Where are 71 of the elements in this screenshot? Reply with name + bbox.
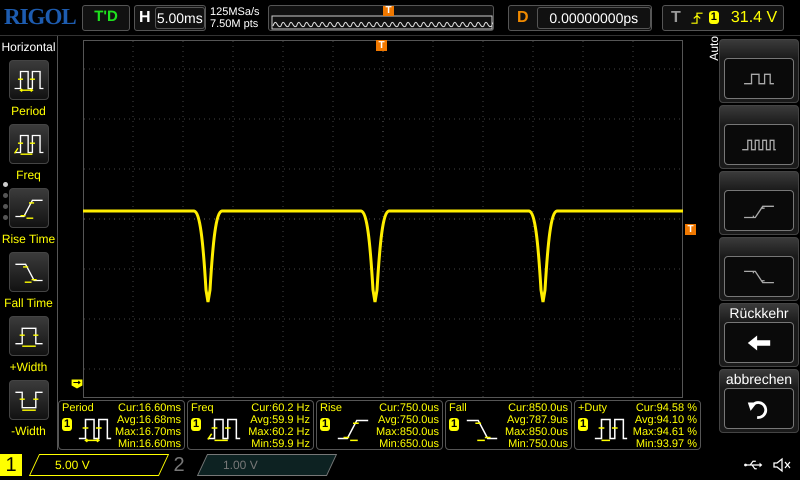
measurement-value: Avg:94.10 % <box>634 414 697 426</box>
menu-button[interactable] <box>8 60 48 100</box>
source-badge: 1 <box>62 418 72 431</box>
speaker-muted-icon <box>772 457 792 473</box>
trigger-position-marker: T <box>376 40 387 51</box>
channel-number[interactable]: 2 <box>168 454 190 476</box>
measurement-value: Max:16.70ms <box>114 426 181 438</box>
menu-title: Horizontal <box>0 39 57 56</box>
trigger-label: T <box>670 8 682 28</box>
rising-edge-icon <box>688 12 705 24</box>
measurement-value: Min:59.9 Hz <box>250 438 310 450</box>
source-badge: 1 <box>320 418 330 431</box>
measurement-value: Min:650.0us <box>378 438 439 450</box>
menu-button[interactable] <box>8 188 48 228</box>
measurement-value: Cur:16.60ms <box>117 402 181 414</box>
channel-number[interactable]: 1 <box>0 454 22 476</box>
memory-depth: 7.50M pts <box>210 18 260 30</box>
menu-label: Period <box>11 103 46 120</box>
side-title: Auto <box>706 36 722 63</box>
menu-label: +Width <box>10 359 48 376</box>
measurement-value: Cur:94.58 % <box>634 402 697 414</box>
usb-icon <box>742 458 764 472</box>
softkey-button[interactable] <box>719 39 799 103</box>
measurement-value: Cur:850.0us <box>507 402 568 414</box>
menu-label: Fall Time <box>4 295 53 312</box>
softkey-button[interactable] <box>719 237 799 301</box>
measurement-value: Max:850.0us <box>375 426 439 438</box>
measurement-name: +Duty <box>578 402 608 414</box>
measurement-value: Avg:787.9us <box>506 414 568 426</box>
timebase-label: H <box>138 8 152 28</box>
source-badge: 1 <box>578 418 588 431</box>
measurement-value: Min:750.0us <box>507 438 568 450</box>
trigger-level-marker: T <box>685 224 696 235</box>
channel-scale[interactable]: 1.00 V <box>196 454 338 476</box>
measurement-value: Avg:16.68ms <box>116 414 181 426</box>
measurement-name: Period <box>62 402 95 414</box>
menu-button[interactable] <box>8 124 48 164</box>
sample-rate: 125MSa/s <box>210 6 261 18</box>
trigger-source-badge: 1 <box>708 11 719 24</box>
measurement-name: Freq <box>191 402 215 414</box>
softkey-button[interactable]: abbrechen <box>719 369 799 433</box>
measurement-value: Min:93.97 % <box>634 438 697 450</box>
softkey-button[interactable]: Rückkehr <box>719 303 799 367</box>
run-status: T'D <box>82 4 130 30</box>
delay-value: 0.00000000ps <box>536 6 651 28</box>
trigger-level: 31.4 V <box>730 8 778 28</box>
measurement-value: Min:16.60ms <box>117 438 181 450</box>
source-badge: 1 <box>449 418 460 431</box>
softkey-button[interactable] <box>719 171 799 235</box>
measurement-value: Avg:750.0us <box>377 414 439 426</box>
softkey-button[interactable] <box>719 105 799 169</box>
measurement-value: Avg:59.9 Hz <box>249 414 310 426</box>
menu-button[interactable] <box>8 380 48 420</box>
menu-label: Rise Time <box>2 231 56 248</box>
source-badge: 1 <box>191 418 202 431</box>
measurement-name: Fall <box>449 402 468 414</box>
measurement-value: Cur:750.0us <box>378 402 439 414</box>
menu-label: Freq <box>16 167 41 184</box>
menu-label: -Width <box>11 423 46 440</box>
measurement-value: Max:850.0us <box>504 426 568 438</box>
measurement-value: Cur:60.2 Hz <box>250 402 310 414</box>
channel-scale[interactable]: 5.00 V <box>28 454 170 476</box>
trigger-position-marker: T <box>383 6 394 16</box>
brand-logo: RIGOL <box>3 3 77 32</box>
measurement-value: Max:94.61 % <box>632 426 697 438</box>
menu-button[interactable] <box>8 252 48 292</box>
menu-button[interactable] <box>8 316 48 356</box>
measurement-value: Max:60.2 Hz <box>247 426 310 438</box>
delay-label: D <box>516 8 530 28</box>
measurement-name: Rise <box>320 402 344 414</box>
timebase-value: 5.00ms <box>154 6 205 28</box>
